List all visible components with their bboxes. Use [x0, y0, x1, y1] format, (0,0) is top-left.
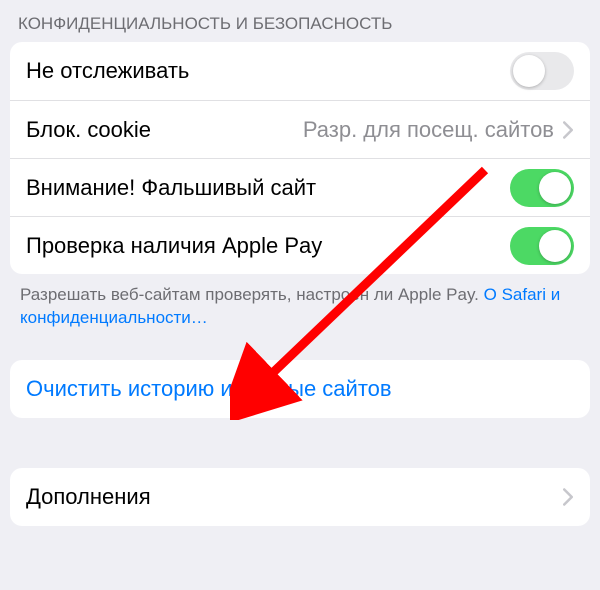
addons-row[interactable]: Дополнения: [10, 468, 590, 526]
block-cookie-label: Блок. cookie: [26, 117, 303, 143]
fraud-warning-toggle[interactable]: [510, 169, 574, 207]
toggle-knob: [539, 172, 571, 204]
apple-pay-check-label: Проверка наличия Apple Pay: [26, 233, 510, 259]
toggle-knob: [513, 55, 545, 87]
section-header: КОНФИДЕНЦИАЛЬНОСТЬ И БЕЗОПАСНОСТЬ: [0, 0, 600, 42]
clear-history-label: Очистить историю и данные сайтов: [26, 376, 392, 402]
chevron-right-icon: [562, 487, 574, 507]
clear-history-button[interactable]: Очистить историю и данные сайтов: [10, 360, 590, 418]
fraud-warning-row[interactable]: Внимание! Фальшивый сайт: [10, 158, 590, 216]
chevron-right-icon: [562, 120, 574, 140]
addons-group: Дополнения: [10, 468, 590, 526]
do-not-track-toggle[interactable]: [510, 52, 574, 90]
do-not-track-row[interactable]: Не отслеживать: [10, 42, 590, 100]
clear-history-group: Очистить историю и данные сайтов: [10, 360, 590, 418]
section-footer: Разрешать веб-сайтам проверять, настроен…: [0, 274, 600, 338]
block-cookie-row[interactable]: Блок. cookie Разр. для посещ. сайтов: [10, 100, 590, 158]
apple-pay-check-toggle[interactable]: [510, 227, 574, 265]
privacy-security-group: Не отслеживать Блок. cookie Разр. для по…: [10, 42, 590, 274]
block-cookie-value: Разр. для посещ. сайтов: [303, 117, 554, 143]
apple-pay-check-row[interactable]: Проверка наличия Apple Pay: [10, 216, 590, 274]
fraud-warning-label: Внимание! Фальшивый сайт: [26, 175, 510, 201]
toggle-knob: [539, 230, 571, 262]
footer-text: Разрешать веб-сайтам проверять, настроен…: [20, 285, 484, 304]
do-not-track-label: Не отслеживать: [26, 58, 510, 84]
addons-label: Дополнения: [26, 484, 562, 510]
